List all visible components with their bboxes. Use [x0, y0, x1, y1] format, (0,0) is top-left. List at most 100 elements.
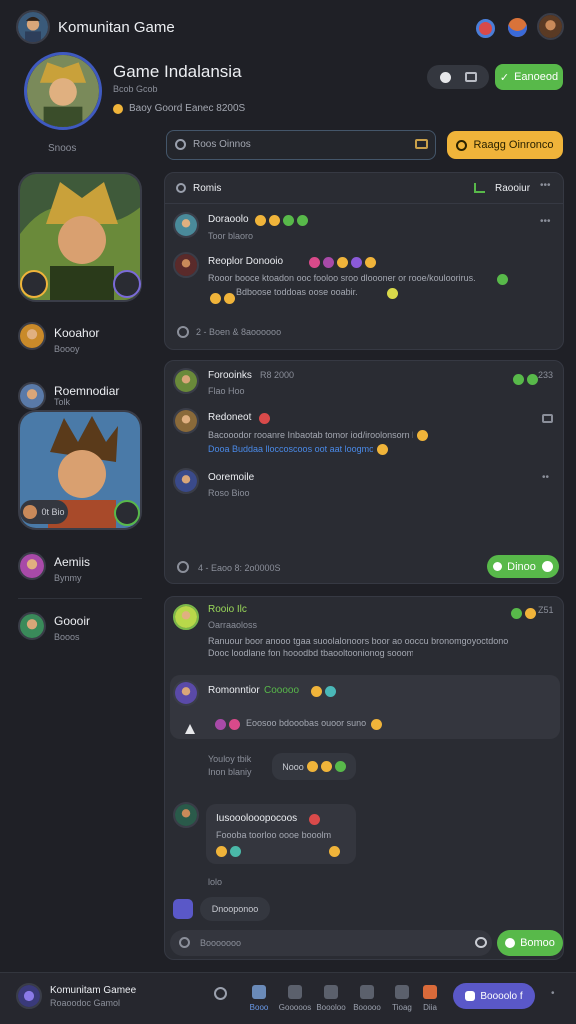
- thread1-avatar[interactable]: [173, 680, 199, 706]
- thread1-tag[interactable]: Cooooo: [264, 685, 299, 696]
- trophy-icon[interactable]: [508, 18, 527, 37]
- nav-item-4[interactable]: Booooo: [350, 985, 384, 1012]
- send-button[interactable]: Bomoo: [497, 930, 563, 956]
- bottom-app-icon[interactable]: [16, 983, 42, 1009]
- left-user-sub-3: Bynmy: [54, 573, 82, 583]
- filter-icon[interactable]: [415, 139, 428, 149]
- nav-item-2[interactable]: Gooooos: [278, 985, 312, 1012]
- heart-icon[interactable]: [177, 326, 189, 338]
- thread2-emoji-row: [213, 843, 241, 861]
- left-user-name-1: Kooahor: [54, 326, 100, 340]
- reply-chip[interactable]: Dnooponoo: [200, 897, 270, 921]
- bottom-more-icon[interactable]: •: [551, 988, 555, 999]
- post3-author: Rooio Ilc: [208, 604, 247, 615]
- left-user-avatar-1[interactable]: [18, 322, 46, 350]
- post2-leaf-icon: [510, 371, 538, 389]
- post1-avatar[interactable]: [173, 212, 199, 238]
- tag-button[interactable]: Raagg Oinronco: [447, 131, 563, 159]
- thread2-text: Foooba toorloo oooe booolm: [216, 830, 332, 840]
- feed-header-right[interactable]: Raooiur: [495, 183, 530, 194]
- thread-chip[interactable]: Nooo: [272, 753, 356, 780]
- post1-text2-emojis: [207, 290, 235, 308]
- circle-icon: [456, 139, 468, 151]
- left-user-sub-2: Tolk: [54, 397, 71, 407]
- nav-4-icon: [360, 985, 374, 999]
- thread2-author: Iusooolooopocoos: [216, 813, 298, 824]
- thread-side-1: Youloy tbik: [208, 754, 252, 764]
- post1-author: Doraoolo: [208, 214, 249, 225]
- nav-1-icon: [252, 985, 266, 999]
- badge-icon-2: [113, 270, 141, 298]
- post2-author: Forooinks: [208, 370, 252, 381]
- left-user-sub-4: Booos: [54, 632, 80, 642]
- bottom-sub: Roaoodoc Gamol: [50, 998, 121, 1008]
- left-user-name-3: Aemiis: [54, 555, 91, 569]
- nav-item-6[interactable]: Diia: [413, 985, 447, 1012]
- post2-author-time: R8 2000: [260, 370, 295, 380]
- notification-icon[interactable]: [476, 19, 495, 38]
- post2-third-avatar[interactable]: [173, 468, 199, 494]
- comment-input-text[interactable]: Booooooo: [200, 938, 241, 948]
- thread1-emoji-end: [368, 716, 382, 734]
- user-avatar[interactable]: [537, 13, 564, 40]
- left-user-avatar-3[interactable]: [18, 552, 46, 580]
- post1-reply-avatar[interactable]: [173, 252, 199, 278]
- hero-badge: 0t Bio: [20, 500, 68, 524]
- hero-action-icon[interactable]: [114, 500, 140, 526]
- thread1-reaction-emojis: [212, 716, 240, 734]
- post2-third-author: Ooremoile: [208, 472, 255, 483]
- more-icon[interactable]: •••: [540, 180, 551, 191]
- post1-meta: Toor blaoro: [208, 231, 254, 241]
- feed-header-left: Romis: [193, 183, 222, 194]
- comment-input-icon: [179, 937, 190, 948]
- post3-avatar[interactable]: [173, 604, 199, 630]
- post1-more-icon[interactable]: •••: [540, 216, 551, 227]
- post2-reply-emoji: [256, 410, 270, 428]
- header-divider: [165, 203, 563, 204]
- dot-icon: [493, 562, 503, 571]
- post2-more-icon[interactable]: ••: [542, 472, 549, 483]
- bottom-nav-home-icon[interactable]: [214, 987, 227, 1000]
- nav-6-icon: [423, 985, 437, 999]
- small-avatar-icon: [23, 505, 38, 519]
- search-icon: [175, 139, 186, 150]
- clock-icon: [439, 71, 451, 83]
- post3-leaf-icon: [508, 605, 536, 623]
- nav-item-3[interactable]: Boooloo: [314, 985, 348, 1012]
- nav-item-1[interactable]: Booo: [242, 985, 276, 1012]
- post2-avatar[interactable]: [173, 368, 199, 394]
- thread1-emojis: [308, 683, 336, 701]
- post2-reply-author: Redoneot: [208, 412, 252, 423]
- post2-reply-avatar[interactable]: [173, 408, 199, 434]
- post1-reply-emoji-a: [494, 271, 508, 289]
- post1-reply-text1: Rooor booce ktoadon ooc fooloo sroo dloo…: [208, 273, 476, 283]
- thread2-avatar[interactable]: [173, 802, 199, 828]
- left-user-avatar-2[interactable]: [18, 382, 46, 410]
- post2-action-button[interactable]: Dinoo: [487, 555, 559, 578]
- coin-icon: [113, 104, 123, 114]
- post2-reply-link[interactable]: Dooa Buddaa lloccoscoos oot aat loogmono…: [208, 444, 373, 454]
- app-avatar[interactable]: [16, 10, 50, 44]
- search-input[interactable]: Roos Oinnos: [193, 139, 251, 150]
- post1-reply-emojis: [306, 254, 376, 272]
- thread2-emoji: [306, 811, 320, 829]
- post1-reply-author: Reoplor Donooio: [208, 256, 284, 267]
- post2-edit-icon[interactable]: [542, 414, 553, 423]
- profile-avatar[interactable]: [24, 52, 102, 130]
- thread-side-2: Inon blaniy: [208, 767, 252, 777]
- left-user-name-4: Goooir: [54, 614, 91, 628]
- toggle-control[interactable]: [427, 65, 489, 89]
- post1-reply-emoji-b: [384, 285, 398, 303]
- send-icon: [505, 938, 516, 948]
- nav-2-icon: [288, 985, 302, 999]
- post2-heart-icon[interactable]: [177, 561, 189, 573]
- post1-emojis: [252, 212, 308, 230]
- reply-icon[interactable]: [173, 899, 193, 919]
- like-icon[interactable]: [475, 937, 487, 948]
- post2-time: 233: [538, 370, 554, 380]
- bottom-pill-button[interactable]: Boooolo f: [453, 983, 535, 1009]
- follow-button[interactable]: ✓ Eanoeod: [495, 64, 563, 90]
- post2-link-emoji: [374, 441, 388, 459]
- left-user-avatar-4[interactable]: [18, 612, 46, 640]
- divider: [18, 598, 142, 599]
